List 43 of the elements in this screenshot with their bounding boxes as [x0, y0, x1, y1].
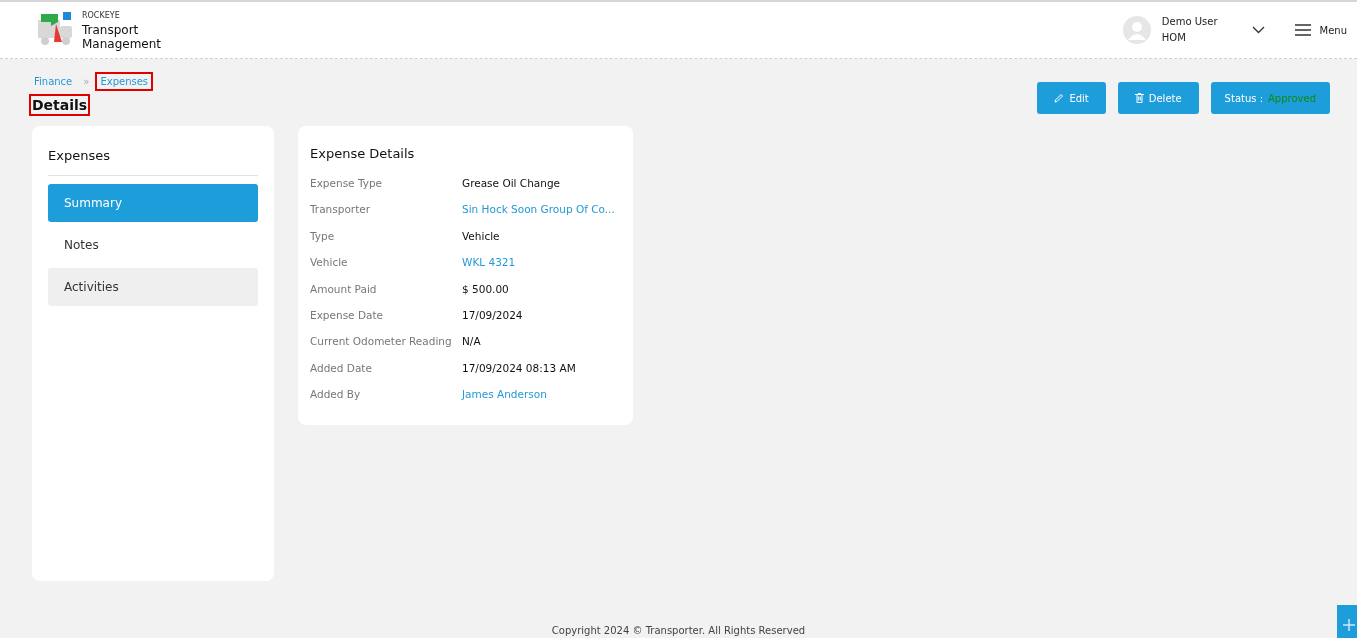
field-label: Expense Type [310, 177, 383, 191]
field-value: 17/09/2024 [462, 308, 523, 323]
breadcrumb-link[interactable]: Expenses [95, 72, 154, 91]
avatar-icon[interactable] [1122, 16, 1151, 44]
sidebar-tab[interactable]: Summary [48, 184, 258, 222]
field-label: Type [310, 229, 336, 244]
breadcrumb-separator: » [83, 76, 90, 87]
field-label: Transporter [310, 203, 372, 218]
pencil-icon [1054, 93, 1065, 103]
user-name: Demo User [1161, 15, 1218, 29]
field-link[interactable]: James Anderson [462, 388, 547, 415]
field-link[interactable]: WKL 4321 [462, 256, 516, 283]
plus-icon [1343, 619, 1355, 631]
menu-icon [1294, 24, 1311, 36]
field-label: Added By [310, 388, 362, 403]
breadcrumb-link[interactable]: Finance [29, 72, 78, 91]
copyright-text: Copyright 2024 © Transporter. All Rights Reserved [550, 625, 807, 636]
field-label: Expense Date [310, 308, 384, 323]
field-value: Vehicle [462, 229, 500, 244]
chevron-down-icon[interactable] [1251, 26, 1265, 34]
field-value: 17/09/2024 08:13 AM [462, 361, 576, 376]
field-value: N/A [462, 335, 481, 350]
field-value: $ 500.00 [462, 282, 509, 297]
field-value: Grease Oil Change [462, 177, 561, 191]
user-role: HOM [1161, 31, 1187, 45]
sidebar-tab[interactable]: Activities [48, 268, 258, 306]
field-label: Added Date [310, 361, 373, 376]
brand-tagline: ROCKEYE [82, 10, 121, 22]
menu-button[interactable]: Menu [1294, 24, 1347, 36]
sidebar-tab[interactable]: Notes [48, 226, 258, 264]
field-label: Vehicle [310, 256, 349, 271]
field-label: Amount Paid [310, 282, 378, 297]
status-badge: Status : Approved [1210, 82, 1330, 114]
page-title: Details [29, 94, 91, 116]
brand-name: Transport [82, 23, 140, 37]
field-label: Current Odometer Reading [310, 335, 453, 350]
sidebar-title: Expenses [48, 148, 258, 176]
delete-button[interactable]: Delete [1117, 82, 1199, 114]
brand-name: Management [82, 37, 162, 51]
trash-icon [1134, 93, 1144, 103]
card-title: Expense Details [310, 146, 416, 161]
edit-button[interactable]: Edit [1037, 82, 1106, 114]
field-link[interactable]: Sin Hock Soon Group Of Co... [462, 203, 615, 230]
